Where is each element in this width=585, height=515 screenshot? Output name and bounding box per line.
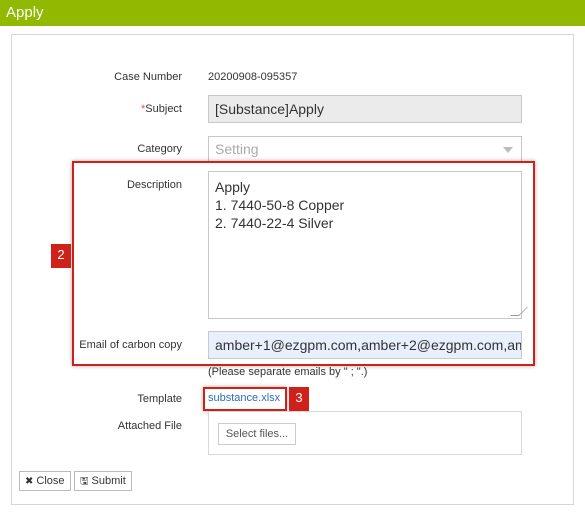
floppy-disk-icon: 🖫 — [80, 476, 89, 487]
case-number-value: 20200908-095357 — [208, 71, 298, 83]
file-upload-area: Select files... — [208, 411, 522, 455]
case-number-label: Case Number — [114, 71, 182, 83]
cc-note: (Please separate emails by " ; ".) — [208, 366, 368, 378]
window-title: Apply — [0, 0, 585, 26]
annotation-badge-3: 3 — [289, 387, 309, 411]
annotation-badge-2: 2 — [51, 244, 71, 268]
submit-button[interactable]: 🖫 Submit — [74, 471, 132, 491]
subject-label: *Subject — [110, 103, 182, 115]
category-label: Category — [137, 143, 182, 155]
annotation-box-3 — [203, 387, 287, 411]
select-files-button[interactable]: Select files... — [218, 423, 296, 445]
subject-field[interactable]: [Substance]Apply — [208, 95, 522, 123]
subject-label-text: Subject — [145, 103, 182, 115]
attached-file-label: Attached File — [117, 420, 182, 432]
annotation-box-2 — [72, 161, 535, 366]
category-select[interactable]: Setting — [208, 136, 522, 162]
close-button[interactable]: ✖ Close — [19, 471, 71, 491]
close-icon: ✖ — [25, 476, 34, 487]
category-value: Setting — [215, 141, 259, 157]
template-label: Template — [137, 393, 182, 405]
submit-button-label: Submit — [91, 475, 126, 487]
close-button-label: Close — [36, 475, 65, 487]
chevron-down-icon — [503, 147, 513, 153]
